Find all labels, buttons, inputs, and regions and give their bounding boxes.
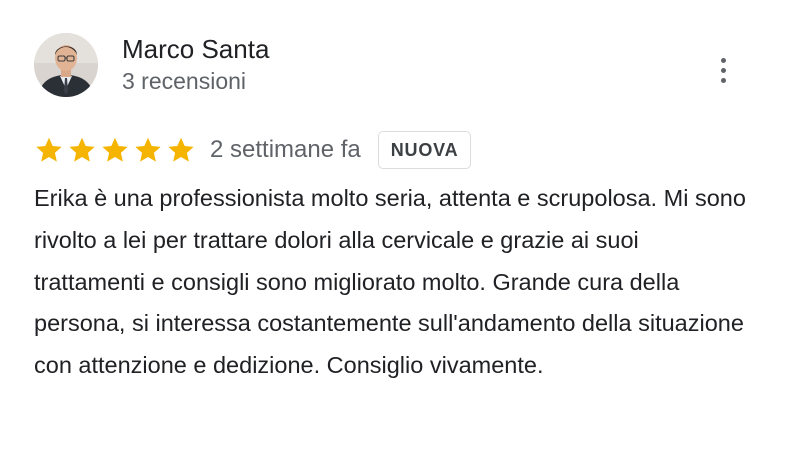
avatar[interactable] bbox=[34, 33, 98, 97]
more-options-button[interactable] bbox=[708, 50, 738, 90]
star-icon bbox=[67, 135, 97, 165]
author-name[interactable]: Marco Santa bbox=[122, 32, 269, 66]
avatar-image bbox=[34, 33, 98, 97]
star-rating bbox=[34, 135, 196, 165]
review-text: Erika è una professionista molto seria, … bbox=[34, 185, 746, 379]
review-card: Marco Santa 3 recensioni 2 settimane fa … bbox=[0, 0, 792, 472]
star-icon bbox=[166, 135, 196, 165]
new-badge: NUOVA bbox=[377, 131, 472, 169]
review-header: Marco Santa 3 recensioni bbox=[34, 32, 269, 98]
review-time: 2 settimane fa bbox=[210, 136, 361, 163]
star-icon bbox=[133, 135, 163, 165]
star-icon bbox=[34, 135, 64, 165]
author-reviews-count[interactable]: 3 recensioni bbox=[122, 66, 269, 96]
star-icon bbox=[100, 135, 130, 165]
more-vert-icon bbox=[720, 57, 726, 63]
author-info: Marco Santa 3 recensioni bbox=[122, 32, 269, 96]
review-meta: 2 settimane fa NUOVA bbox=[34, 130, 472, 170]
